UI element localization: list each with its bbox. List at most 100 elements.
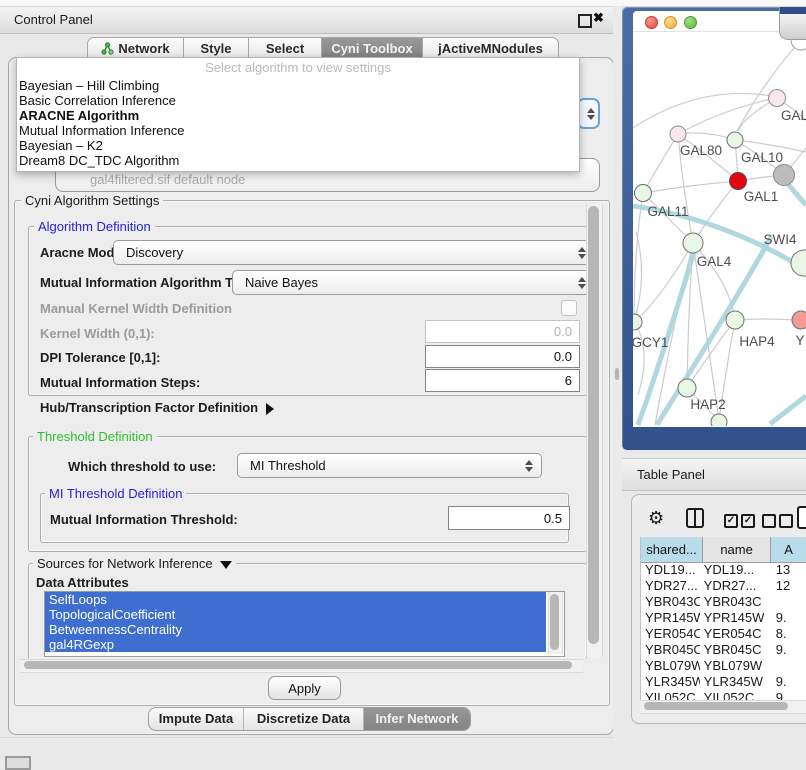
- table-row[interactable]: YER054CYER054C8.: [641, 626, 806, 642]
- bottom-tab-infer-network[interactable]: Infer Network: [364, 708, 470, 730]
- sources-title-toggle[interactable]: Sources for Network Inference: [33, 556, 236, 571]
- network-edge[interactable]: [678, 98, 777, 134]
- apply-button[interactable]: Apply: [268, 676, 341, 700]
- table-columns-icon[interactable]: [686, 508, 704, 528]
- table-row[interactable]: YDR27...YDR27...12: [641, 578, 806, 594]
- table-row[interactable]: YDL19...YDL19...13: [641, 562, 806, 578]
- algorithm-popup-item[interactable]: Dream8 DC_TDC Algorithm: [17, 153, 579, 168]
- network-node-y[interactable]: [792, 311, 806, 329]
- table-function-icon[interactable]: [797, 506, 806, 529]
- network-node[interactable]: [711, 414, 727, 426]
- table-row[interactable]: YBR043CYBR043C: [641, 594, 806, 610]
- table-cell: YBR043C: [641, 594, 700, 610]
- node-label: HAP2: [690, 397, 725, 412]
- node-label: HAP4: [739, 334, 775, 349]
- network-node-gal80[interactable]: [670, 126, 686, 142]
- float-window-icon[interactable]: [578, 14, 592, 28]
- algorithm-popup-item[interactable]: Basic Correlation Inference: [17, 93, 579, 108]
- table-cell: YBL079W: [700, 658, 764, 674]
- hub-definition-label: Hub/Transcription Factor Definition: [40, 400, 258, 415]
- splitpane-divider[interactable]: [613, 6, 622, 762]
- table-row[interactable]: YIL052CYIL052C9: [641, 690, 806, 700]
- mi-threshold-field[interactable]: 0.5: [448, 506, 570, 530]
- node-label: GAL10: [741, 150, 783, 165]
- list-scrollbar-thumb[interactable]: [550, 594, 559, 650]
- spinner-arrows-icon: [524, 460, 533, 472]
- manual-kernel-label: Manual Kernel Width Definition: [40, 301, 232, 316]
- mi-type-combo[interactable]: Naive Bayes: [232, 270, 595, 295]
- data-attribute-item[interactable]: TopologicalCoefficient: [45, 607, 546, 622]
- network-canvas[interactable]: GAL7GAL80GAL10GAL1GAL11GAL4SWI4HAP4YGCY1…: [633, 31, 806, 426]
- data-attribute-item[interactable]: BetweennessCentrality: [45, 622, 546, 637]
- tab-label: Network: [118, 38, 169, 59]
- dpi-tolerance-label: DPI Tolerance [0,1]:: [40, 350, 160, 365]
- background-window-titlebar: [780, 14, 806, 39]
- algorithm-popup-item[interactable]: ARACNE Algorithm: [17, 108, 579, 123]
- network-edge[interactable]: [678, 133, 735, 140]
- table-row[interactable]: YPR145WYPR145W9.: [641, 610, 806, 626]
- network-edge[interactable]: [634, 322, 644, 395]
- data-attribute-item[interactable]: gal4RGexp: [45, 637, 546, 652]
- algorithm-popup-item[interactable]: Mutual Information Inference: [17, 123, 579, 138]
- network-selector-value: gal4filtered.sif default node: [90, 172, 245, 187]
- which-threshold-combo[interactable]: MI Threshold: [237, 453, 542, 478]
- bottom-tab-impute-data[interactable]: Impute Data: [149, 708, 244, 730]
- settings-hscrollbar-thumb[interactable]: [24, 661, 572, 669]
- kernel-width-field[interactable]: 0.0: [425, 320, 580, 343]
- columns-icon-divider: [694, 510, 697, 526]
- network-edge[interactable]: [643, 181, 738, 193]
- data-attribute-item[interactable]: SelfLoops: [45, 592, 546, 607]
- minimized-panel-tab[interactable]: [5, 756, 31, 770]
- collapse-down-icon[interactable]: [220, 561, 232, 569]
- panel-bottom-divider: [0, 737, 613, 738]
- algorithm-popup-list: Bayesian – Hill ClimbingBasic Correlatio…: [17, 78, 579, 168]
- algorithm-popup-item[interactable]: Bayesian – K2: [17, 138, 579, 153]
- column-header-name[interactable]: name: [703, 537, 771, 563]
- hub-definition-toggle[interactable]: Hub/Transcription Factor Definition: [40, 400, 274, 415]
- algorithm-popup-item[interactable]: Bayesian – Hill Climbing: [17, 78, 579, 93]
- table-row[interactable]: YLR345WYLR345W9.: [641, 674, 806, 690]
- settings-vscrollbar-thumb[interactable]: [588, 206, 599, 644]
- minimize-traffic-light[interactable]: [664, 16, 677, 29]
- table-cell: 9.: [764, 674, 806, 690]
- control-panel-tabs: NetworkStyleSelectCyni ToolboxjActiveMNo…: [87, 37, 559, 58]
- manual-kernel-checkbox[interactable]: [561, 300, 577, 316]
- table-row[interactable]: YBL079WYBL079W: [641, 658, 806, 674]
- network-edge[interactable]: [643, 134, 678, 193]
- bottom-tab-discretize-data[interactable]: Discretize Data: [244, 708, 364, 730]
- aracne-mode-combo[interactable]: Discovery: [113, 240, 595, 265]
- select-all-checkboxes-icon[interactable]: ✓✓: [724, 512, 758, 528]
- covered-combo-spinner[interactable]: [577, 98, 600, 129]
- tab-label: Select: [266, 38, 304, 59]
- column-header-A[interactable]: A: [771, 537, 806, 563]
- mi-steps-field[interactable]: 6: [425, 369, 580, 392]
- close-icon[interactable]: ✖: [593, 10, 604, 26]
- algorithm-dropdown-popup: Select algorithm to view settings Bayesi…: [16, 57, 580, 172]
- network-edge-thick[interactable]: [770, 396, 806, 424]
- network-node-hap4[interactable]: [726, 311, 744, 329]
- network-node-gal1[interactable]: [730, 173, 747, 190]
- network-edge[interactable]: [633, 93, 772, 128]
- dpi-tolerance-field[interactable]: 0.0: [425, 345, 580, 368]
- network-node-gal7[interactable]: [769, 90, 786, 107]
- close-traffic-light[interactable]: [645, 16, 658, 29]
- expand-right-icon[interactable]: [266, 403, 274, 415]
- kernel-width-value: 0.0: [554, 324, 572, 339]
- bottom-tab-bar: Impute DataDiscretize DataInfer Network: [148, 707, 471, 731]
- deselect-all-checkboxes-icon[interactable]: [762, 512, 796, 528]
- network-node[interactable]: [774, 165, 795, 186]
- splitpane-handle[interactable]: [615, 368, 619, 380]
- network-edge-thick[interactable]: [788, 184, 806, 205]
- table-hscrollbar-thumb[interactable]: [644, 702, 788, 710]
- network-node-gal4[interactable]: [683, 233, 703, 253]
- tab-label: jActiveMNodules: [438, 38, 543, 59]
- network-node-gal10[interactable]: [727, 132, 743, 148]
- zoom-traffic-light[interactable]: [684, 16, 697, 29]
- column-header-shared[interactable]: shared...: [641, 537, 703, 563]
- table-row[interactable]: YBR045CYBR045C9.: [641, 642, 806, 658]
- network-node-gal11[interactable]: [635, 185, 652, 202]
- network-node-swi4[interactable]: [791, 250, 806, 276]
- network-node-hap2[interactable]: [678, 379, 696, 397]
- network-edge[interactable]: [687, 320, 735, 388]
- table-settings-gear-icon[interactable]: ⚙: [648, 508, 664, 529]
